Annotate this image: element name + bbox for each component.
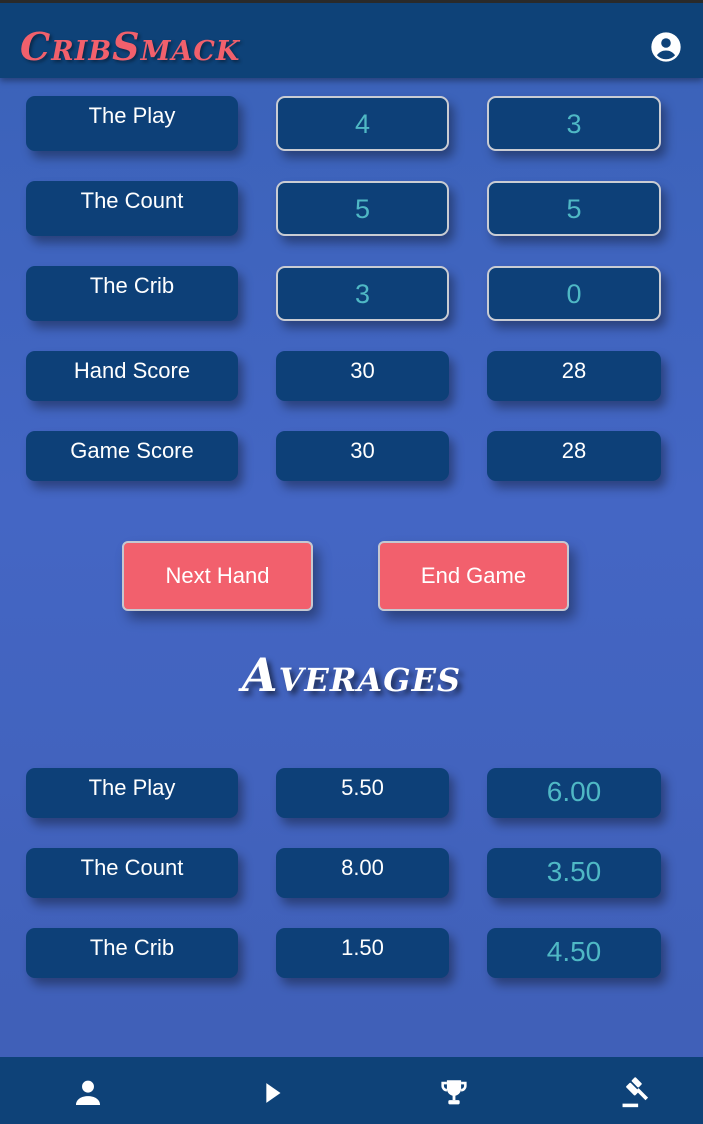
next-hand-button[interactable]: Next Hand [122,541,313,611]
avg-label-the-crib: The Crib [26,928,238,978]
trophy-icon[interactable] [437,1076,471,1110]
player2-avg-crib: 4.50 [487,928,661,978]
player2-avg-play: 6.00 [487,768,661,818]
avg-label-the-play: The Play [26,768,238,818]
player2-count-input[interactable]: 5 [487,181,661,236]
row-label-the-crib: The Crib [26,266,238,321]
player1-game-score: 30 [276,431,449,481]
player1-avg-count: 8.00 [276,848,449,898]
averages-heading: Averages [241,648,462,702]
player2-hand-score: 28 [487,351,661,401]
top-app-bar: CribSmack [0,0,703,78]
person-icon[interactable] [71,1076,105,1110]
player2-play-input[interactable]: 3 [487,96,661,151]
avg-label-the-count: The Count [26,848,238,898]
player2-avg-count: 3.50 [487,848,661,898]
player1-avg-play: 5.50 [276,768,449,818]
account-circle-icon[interactable] [650,31,682,63]
end-game-button[interactable]: End Game [378,541,569,611]
play-icon[interactable] [255,1076,289,1110]
row-label-hand-score: Hand Score [26,351,238,401]
player1-count-input[interactable]: 5 [276,181,449,236]
app-title: CribSmack [20,24,241,69]
row-label-the-count: The Count [26,181,238,236]
player2-game-score: 28 [487,431,661,481]
player1-play-input[interactable]: 4 [276,96,449,151]
player2-crib-input[interactable]: 0 [487,266,661,321]
row-label-the-play: The Play [26,96,238,151]
player1-hand-score: 30 [276,351,449,401]
player1-crib-input[interactable]: 3 [276,266,449,321]
row-label-game-score: Game Score [26,431,238,481]
player1-avg-crib: 1.50 [276,928,449,978]
bottom-nav [0,1057,703,1124]
gavel-icon[interactable] [619,1076,653,1110]
